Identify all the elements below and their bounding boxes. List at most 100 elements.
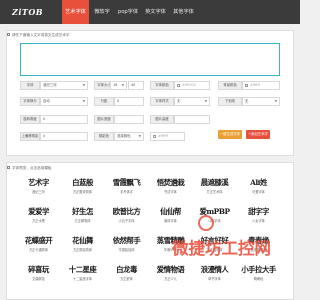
font-sample-card[interactable]: 碎喜玩 文鼎胖娃 [18, 263, 59, 288]
wrap-select-value: 自动 [43, 99, 50, 103]
font-sample-name: 方正水黑 [32, 219, 45, 223]
size-input[interactable]: 40 [128, 81, 144, 90]
width-label: 图片宽度 [94, 115, 114, 124]
font-sample-card[interactable]: 悟焚遴栽 书法字体 [150, 176, 191, 201]
font-sample-card[interactable]: 十二星座十二星座字体 [62, 263, 103, 288]
size-select[interactable]: 16 ▼ [110, 81, 127, 90]
spacing-label: 行距 [94, 97, 114, 106]
style-select[interactable]: 无 ▼ [174, 97, 210, 106]
underline-select-value: 无 [245, 99, 249, 103]
font-sample-card[interactable]: 花蝶盛开方正卡通简体 [18, 234, 59, 259]
font-sample-card[interactable]: 好生怎 方正硬笔体 [62, 205, 103, 230]
height-input[interactable] [174, 115, 210, 124]
generate-button[interactable]: 一键生成字体 [218, 130, 242, 139]
font-sample-card[interactable]: 仙仙帮 繁体字体 [150, 205, 191, 230]
font-color-label: 字体颜色 [150, 81, 174, 90]
font-sample-card[interactable]: 白龙毒 方正舒体 [106, 263, 147, 288]
nav-microsoft-fonts[interactable]: 微软字 [90, 0, 114, 24]
input-panel-title: 请在下面输入文字或英文生成艺术字 [12, 33, 70, 37]
text-input-area[interactable] [20, 43, 280, 76]
spacing-input[interactable]: 0 [114, 97, 144, 106]
font-sample-name: 方正粗宋简体 [72, 190, 93, 194]
chevron-down-icon: ▼ [138, 134, 141, 138]
add-art-text-button[interactable]: +添加艺术字 [246, 130, 270, 139]
font-sample-name: 可爱字体 [252, 190, 265, 194]
samples-panel-title: 字体预览，点击选用模板 [12, 166, 52, 170]
font-sample-name: 方正胖娃简体 [72, 248, 93, 252]
font-sample-name: 华康娃娃体 [118, 248, 135, 252]
width-input[interactable] [114, 115, 144, 124]
shadow-label: 上偏移阴影 [20, 132, 40, 141]
font-sample-card[interactable]: 爱爱学 方正水黑 [18, 205, 59, 230]
bg-color-input[interactable]: #ffffff [242, 81, 280, 90]
font-sample-card[interactable]: 花仙舞 方正胖娃简体 [62, 234, 103, 259]
site-logo[interactable]: ZiTOB [12, 7, 56, 17]
font-sample-art: 艺术字 [28, 178, 49, 187]
font-sample-art: 依然帮手 [112, 236, 141, 245]
font-sample-name: 繁体字体 [164, 219, 177, 223]
shadow-color-select[interactable]: 选择颜色 ▼ [114, 132, 144, 141]
font-sample-card[interactable]: 白蓝般 方正粗宋简体 [62, 176, 103, 201]
font-sample-art: 仙仙帮 [160, 207, 181, 216]
font-sample-name: 小丸子字体 [118, 219, 135, 223]
font-sample-name: 十二星座字体 [72, 277, 93, 281]
font-sample-card[interactable]: 晨遮膝溪 方正艺术体 [194, 176, 235, 201]
font-sample-card[interactable]: 甜字字 少女字体 [238, 205, 279, 230]
font-sample-name: 少女字体 [252, 219, 265, 223]
shadow-color-input[interactable]: #ffffff [150, 132, 185, 141]
font-sample-art: 白龙毒 [116, 265, 137, 274]
font-sample-art: 十二星座 [68, 265, 97, 274]
font-sample-art: 欧普比方 [112, 207, 141, 216]
font-sample-card[interactable]: 依然帮手 华康娃娃体 [106, 234, 147, 259]
font-sample-card[interactable]: 爱情物语 方正少儿 [150, 263, 191, 288]
chevron-down-icon: ▼ [121, 83, 124, 87]
chevron-down-icon: ▼ [204, 99, 207, 103]
chevron-down-icon: ▼ [274, 99, 277, 103]
height-label: 图片高度 [150, 115, 174, 124]
font-sample-card[interactable]: Ali姓可爱字体 [238, 176, 279, 201]
font-sample-name: 方正少儿 [164, 277, 177, 281]
font-sample-name: 书法字体 [164, 190, 177, 194]
font-sample-art: 花蝶盛开 [24, 236, 53, 245]
nav-pop-fonts[interactable]: pop字体 [115, 0, 141, 24]
size-select-value: 16 [113, 83, 118, 87]
shadow-hex-value: #ffffff [158, 134, 168, 138]
font-color-input[interactable]: #ff0000 [174, 81, 210, 90]
font-sample-card[interactable]: 浪漫情人 草书字体 [194, 263, 235, 288]
font-sample-name: 方正舒体 [120, 277, 133, 281]
font-sample-card[interactable]: 欧普比方 小丸子字体 [106, 205, 147, 230]
rotate-input[interactable]: 0 [40, 115, 88, 124]
font-sample-name: 浪纪三河 [32, 190, 45, 194]
bg-color-label: 背景颜色 [218, 81, 242, 90]
wrap-select[interactable]: 自动 ▼ [40, 97, 88, 106]
font-sample-name: 方正卡通简体 [28, 248, 49, 252]
font-sample-art: 爱爱学 [28, 207, 49, 216]
font-sample-art: Ali姓 [250, 178, 267, 187]
font-select[interactable]: 浪纪三河 ▼ [40, 81, 88, 90]
font-sample-card[interactable]: 艺术字 浪纪三河 [18, 176, 59, 201]
font-sample-art: 悟焚遴栽 [156, 178, 185, 187]
font-sample-art: 甜字字 [248, 207, 269, 216]
nav-other-fonts[interactable]: 其他字体 [170, 0, 197, 24]
font-label: 字体 [20, 81, 40, 90]
watermark-text: 微捷坊工控网 [172, 239, 271, 258]
font-sample-art: 花仙舞 [72, 236, 93, 245]
underline-select[interactable]: 无 ▼ [242, 97, 280, 106]
style-label: 字体样式 [150, 97, 174, 106]
nav-english-fonts[interactable]: 英文字体 [142, 0, 169, 24]
wrap-label: 字体换行 [20, 97, 40, 106]
chevron-down-icon: ▼ [82, 83, 85, 87]
bg-color-value: #ffffff [250, 83, 260, 87]
color-swatch-icon [177, 84, 180, 87]
edit-icon [7, 33, 10, 36]
font-sample-card[interactable]: 雪霞飘飞 手写体字 [106, 176, 147, 201]
top-navbar: ZiTOB 艺术字体 微软字 pop字体 英文字体 其他字体 [0, 0, 300, 24]
nav-art-fonts[interactable]: 艺术字体 [62, 0, 89, 24]
font-sample-art: 白蓝般 [72, 178, 93, 187]
font-sample-name: 手写体字 [120, 190, 133, 194]
font-sample-name: 方正艺术体 [206, 190, 223, 194]
shadow-input[interactable]: 0 [40, 132, 88, 141]
font-sample-card[interactable]: 小手拉大手 萌萌哒 [238, 263, 279, 288]
shadow-color-label: 阴影色 [94, 132, 114, 141]
font-sample-art: 小手拉大手 [241, 265, 276, 274]
